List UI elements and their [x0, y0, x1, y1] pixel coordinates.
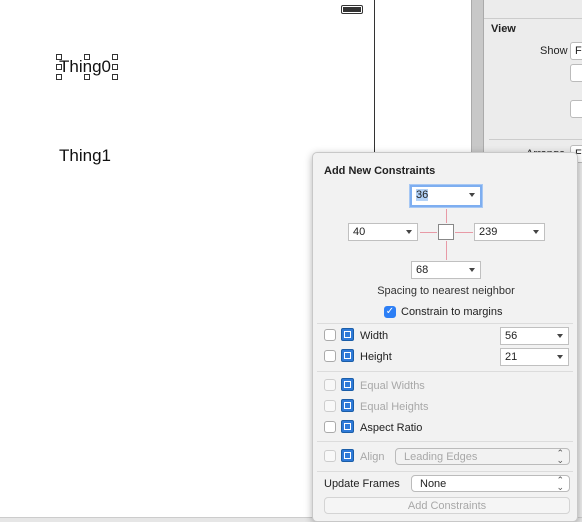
- right-strut[interactable]: [455, 232, 473, 233]
- add-constraints-popover: Add New Constraints 36 40 239 68 Spacing…: [312, 152, 578, 522]
- right-spacing-combo[interactable]: 239: [474, 223, 545, 241]
- chevron-down-icon: [557, 334, 563, 338]
- chevron-down-icon: [557, 355, 563, 359]
- divider: [317, 323, 573, 324]
- divider: [489, 139, 582, 140]
- label-thing1[interactable]: Thing1: [59, 146, 111, 166]
- top-spacing-combo[interactable]: 36: [410, 185, 482, 207]
- resize-handle[interactable]: [112, 74, 118, 80]
- spacing-label: Spacing to nearest neighbor: [377, 285, 515, 297]
- top-strut[interactable]: [446, 209, 447, 223]
- equal-widths-label: Equal Widths: [360, 380, 425, 392]
- resize-handle[interactable]: [56, 54, 62, 60]
- inspector-field[interactable]: [570, 64, 582, 82]
- width-value: 56: [505, 330, 518, 342]
- width-label: Width: [360, 330, 389, 342]
- aspect-ratio-label: Aspect Ratio: [360, 422, 423, 434]
- constrain-margins-label: Constrain to margins: [401, 306, 503, 318]
- height-label: Height: [360, 351, 392, 363]
- align-value: Leading Edges: [404, 451, 478, 463]
- battery-icon: [341, 5, 363, 14]
- resize-handle[interactable]: [112, 64, 118, 70]
- bottom-spacing-combo[interactable]: 68: [411, 261, 481, 279]
- height-constraint-icon: [341, 349, 354, 362]
- update-frames-popup[interactable]: None ⌃ ⌄: [411, 475, 570, 492]
- resize-handle[interactable]: [84, 74, 90, 80]
- align-icon: [341, 449, 354, 462]
- bottom-spacing-value: 68: [416, 264, 429, 276]
- update-frames-label: Update Frames: [324, 478, 400, 490]
- align-checkbox[interactable]: [324, 450, 336, 462]
- chevron-down-icon: [469, 268, 475, 272]
- left-spacing-combo[interactable]: 40: [348, 223, 418, 241]
- show-label: Show: [540, 45, 568, 57]
- width-checkbox[interactable]: [324, 329, 336, 341]
- equal-heights-icon: [341, 399, 354, 412]
- resize-handle[interactable]: [112, 54, 118, 60]
- height-checkbox[interactable]: [324, 350, 336, 362]
- divider: [317, 471, 573, 472]
- resize-handle[interactable]: [84, 54, 90, 60]
- aspect-ratio-checkbox[interactable]: [324, 421, 336, 433]
- width-constraint-icon: [341, 328, 354, 341]
- width-combo[interactable]: 56: [500, 327, 569, 345]
- constrain-margins-checkbox[interactable]: ✓: [384, 306, 396, 318]
- equal-widths-icon: [341, 378, 354, 391]
- aspect-ratio-icon: [341, 420, 354, 433]
- top-spacing-value: 36: [416, 189, 429, 201]
- divider: [317, 441, 573, 442]
- view-square-icon: [438, 224, 454, 240]
- bottom-strut[interactable]: [446, 241, 447, 260]
- divider: [317, 371, 573, 372]
- update-frames-value: None: [420, 478, 447, 490]
- chevron-down-icon: [406, 230, 412, 234]
- chevron-down-icon: [533, 230, 539, 234]
- resize-handle[interactable]: [56, 74, 62, 80]
- chevron-down-icon: [469, 193, 475, 197]
- inspector-field[interactable]: [570, 100, 582, 118]
- updown-icon: ⌃ ⌄: [556, 475, 564, 492]
- resize-handle[interactable]: [56, 64, 62, 70]
- add-constraints-button[interactable]: Add Constraints: [324, 497, 570, 514]
- equal-heights-label: Equal Heights: [360, 401, 429, 413]
- height-combo[interactable]: 21: [500, 348, 569, 366]
- left-spacing-value: 40: [353, 226, 366, 238]
- updown-icon: ⌃ ⌄: [556, 448, 564, 465]
- section-title: View: [491, 23, 516, 35]
- popover-title: Add New Constraints: [324, 165, 436, 177]
- equal-heights-checkbox[interactable]: [324, 400, 336, 412]
- align-label: Align: [360, 451, 385, 463]
- right-spacing-value: 239: [479, 226, 498, 238]
- show-popup[interactable]: F: [570, 42, 582, 60]
- align-popup[interactable]: Leading Edges ⌃ ⌄: [395, 448, 570, 465]
- equal-widths-checkbox[interactable]: [324, 379, 336, 391]
- left-strut[interactable]: [420, 232, 437, 233]
- divider: [484, 18, 582, 19]
- height-value: 21: [505, 351, 518, 363]
